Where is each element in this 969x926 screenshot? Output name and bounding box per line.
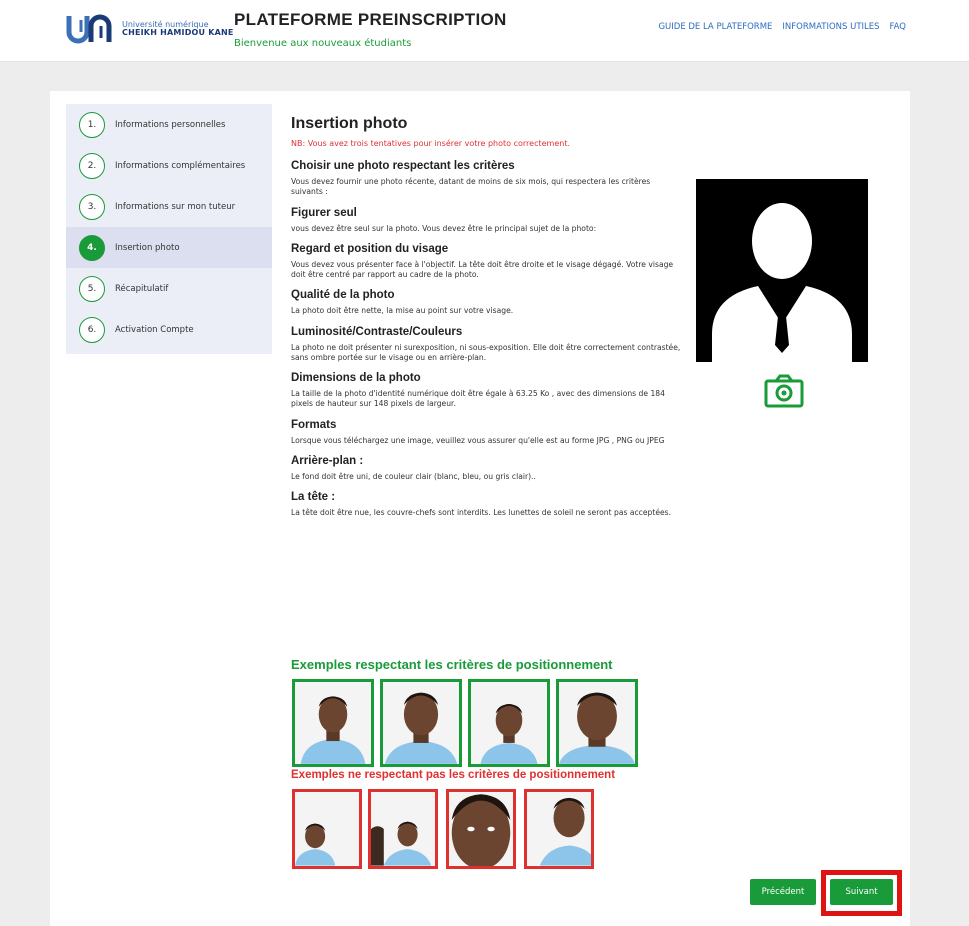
- step-label: Activation Compte: [115, 324, 194, 335]
- university-logo[interactable]: Université numérique CHEIKH HAMIDOU KANE: [66, 12, 234, 46]
- photo-instructions: Insertion photo NB: Vous avez trois tent…: [291, 115, 681, 527]
- section-text: Vous devez vous présenter face à l'objec…: [291, 259, 674, 279]
- good-examples-title: Exemples respectant les critères de posi…: [291, 657, 613, 672]
- section-heading: Regard et position du visage: [291, 242, 449, 255]
- good-example-photo: [468, 679, 550, 767]
- person-photo-icon: [527, 792, 591, 866]
- good-example-photo: [380, 679, 462, 767]
- main-card: 1. Informations personnelles 2. Informat…: [50, 91, 910, 926]
- bad-example-photo: [292, 789, 362, 869]
- bad-example-photo: [524, 789, 594, 869]
- step-label: Insertion photo: [115, 242, 180, 253]
- section-heading: Luminosité/Contraste/Couleurs: [291, 325, 463, 338]
- nav-faq-link[interactable]: FAQ: [890, 22, 906, 32]
- step-photo-insertion[interactable]: 4. Insertion photo: [66, 227, 272, 268]
- section-text: La tête doit être nue, les couvre-chefs …: [291, 508, 672, 517]
- step-label: Informations complémentaires: [115, 160, 246, 171]
- next-button[interactable]: Suivant: [830, 879, 893, 905]
- section-text: La photo doit être nette, la mise au poi…: [291, 306, 514, 316]
- step-number: 1.: [79, 111, 105, 138]
- section-heading: Dimensions de la photo: [291, 372, 421, 384]
- person-photo-icon: [449, 792, 513, 866]
- bad-example-photo: [446, 789, 516, 869]
- section-heading: Qualité de la photo: [291, 289, 395, 302]
- app-subtitle: Bienvenue aux nouveaux étudiants: [234, 38, 412, 49]
- step-label: Informations sur mon tuteur: [115, 201, 236, 212]
- step-personal-info[interactable]: 1. Informations personnelles: [66, 104, 272, 145]
- section-text: Le fond doit être uni, de couleur clair …: [291, 471, 536, 481]
- step-complementary-info[interactable]: 2. Informations complémentaires: [66, 145, 272, 186]
- top-nav: GUIDE DE LA PLATEFORME INFORMATIONS UTIL…: [658, 22, 906, 32]
- person-photo-icon: [471, 682, 547, 764]
- step-number: 3.: [79, 193, 105, 220]
- step-number: 6.: [79, 316, 105, 343]
- bad-examples-title: Exemples ne respectant pas les critères …: [291, 769, 616, 781]
- person-photo-icon: [371, 792, 435, 866]
- good-example-photo: [556, 679, 638, 767]
- stepper: 1. Informations personnelles 2. Informat…: [66, 104, 272, 354]
- previous-button[interactable]: Précédent: [750, 879, 816, 905]
- person-photo-icon: [295, 792, 359, 866]
- photo-preview[interactable]: [696, 179, 868, 362]
- camera-upload-icon[interactable]: [764, 374, 804, 408]
- step-number: 5.: [79, 275, 105, 302]
- step-summary[interactable]: 5. Récapitulatif: [66, 268, 272, 309]
- person-photo-icon: [559, 682, 635, 764]
- step-number: 2.: [79, 152, 105, 179]
- step-number: 4.: [79, 234, 105, 261]
- section-text: La taille de la photo d'identité numériq…: [291, 389, 665, 409]
- section-text: Lorsque vous téléchargez une image, veui…: [291, 435, 665, 445]
- nav-guide-link[interactable]: GUIDE DE LA PLATEFORME: [658, 22, 772, 32]
- section-text: Vous devez fournir une photo récente, da…: [291, 177, 651, 197]
- step-label: Informations personnelles: [115, 119, 226, 130]
- section-heading: La tête :: [291, 491, 336, 503]
- bad-example-photo: [368, 789, 438, 869]
- section-heading: Figurer seul: [291, 206, 357, 219]
- app-title: PLATEFORME PREINSCRIPTION: [234, 10, 507, 29]
- page-title: Insertion photo: [291, 115, 408, 132]
- logo-line2: CHEIKH HAMIDOU KANE: [122, 28, 234, 37]
- step-label: Récapitulatif: [115, 283, 169, 294]
- header: Université numérique CHEIKH HAMIDOU KANE…: [0, 0, 969, 62]
- good-example-photo: [292, 679, 374, 767]
- logo-mark-icon: [66, 14, 112, 44]
- step-tutor-info[interactable]: 3. Informations sur mon tuteur: [66, 186, 272, 227]
- user-silhouette-icon: [712, 203, 852, 362]
- section-text: vous devez être seul sur la photo. Vous …: [291, 223, 597, 233]
- person-photo-icon: [383, 682, 459, 764]
- section-heading: Arrière-plan :: [291, 454, 364, 467]
- section-text: La photo ne doit présenter ni surexposit…: [291, 342, 681, 362]
- nav-infos-link[interactable]: INFORMATIONS UTILES: [782, 22, 879, 32]
- attempts-warning: NB: Vous avez trois tentatives pour insé…: [291, 139, 570, 148]
- person-photo-icon: [295, 682, 371, 764]
- step-account-activation[interactable]: 6. Activation Compte: [66, 309, 272, 350]
- section-heading: Choisir une photo respectant les critère…: [291, 160, 515, 172]
- section-heading: Formats: [291, 418, 337, 431]
